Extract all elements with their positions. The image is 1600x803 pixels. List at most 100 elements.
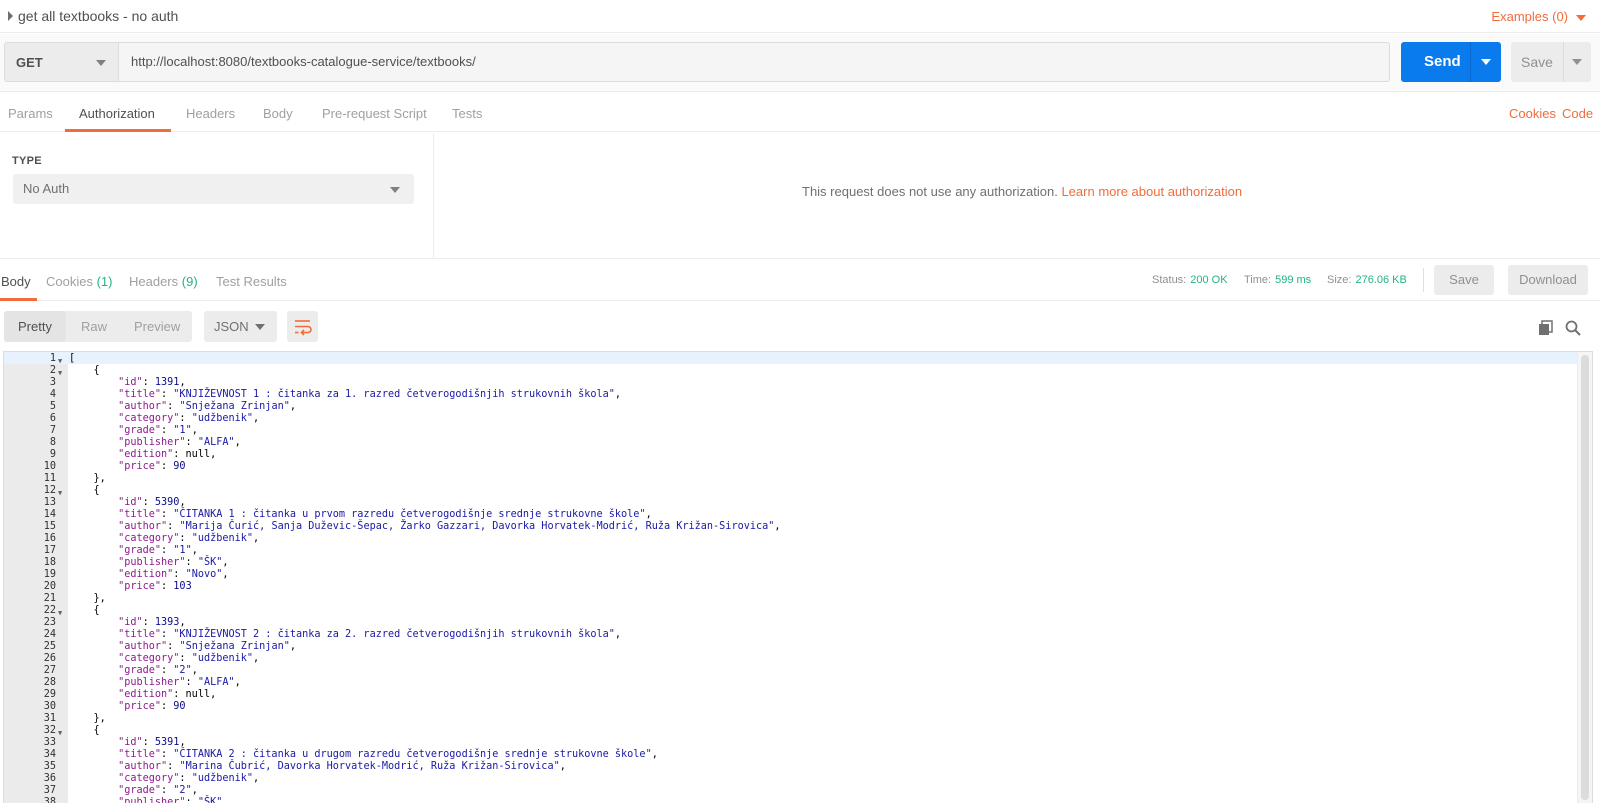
json-key: "grade" [118,425,162,436]
json-punctuation: , [222,557,229,568]
json-punctuation [69,461,118,472]
code-link[interactable]: Code [1562,106,1593,121]
json-punctuation [69,545,118,556]
wrap-lines-button[interactable] [287,311,318,342]
json-punctuation: , [289,641,296,652]
tab-params[interactable]: Params [8,106,53,121]
copy-icon[interactable] [1537,319,1555,337]
line-number: 12 [43,485,56,496]
save-options-chevron-icon[interactable] [1572,59,1582,65]
url-input[interactable]: http://localhost:8080/textbooks-catalogu… [119,42,1390,82]
json-punctuation: , [234,437,241,448]
code-text: "category": "udžbenik", [68,413,259,424]
json-key: "price" [118,581,162,592]
code-line: 1 ▼[ [4,353,781,365]
chevron-down-icon [390,187,400,193]
json-punctuation [69,521,118,532]
code-line: 2 ▼ { [4,365,781,377]
json-number: 5390 [154,497,180,508]
line-number: 28 [43,677,56,688]
json-string: "udžbenik" [191,653,254,664]
scrollbar-thumb[interactable] [1581,355,1589,800]
code-line: 34 "title": "ČITANKA 2 : čitanka u drugo… [4,749,781,761]
examples-dropdown[interactable]: Examples (0) [1491,9,1586,24]
line-number: 9 [49,449,56,460]
code-text: "grade": "1", [68,425,198,436]
response-tabs: Body Cookies (1) Headers (9) Test Result… [0,260,1600,301]
tab-test-results[interactable]: Test Results [216,274,287,289]
tab-headers[interactable]: Headers [186,106,235,121]
learn-more-link[interactable]: Learn more about authorization [1061,184,1242,199]
code-text: "id": 5390, [68,497,186,508]
json-string: "ALFA" [197,677,235,688]
search-icon[interactable] [1564,319,1582,337]
json-punctuation: }, [69,473,106,484]
json-string: "Snježana Zrinjan" [179,401,290,412]
json-punctuation: : [185,437,198,448]
json-punctuation: }, [69,593,106,604]
json-key: "publisher" [118,437,186,448]
tab-authorization[interactable]: Authorization [79,106,155,121]
code-line: 9 "edition": null, [4,449,781,461]
send-button[interactable]: Send [1401,42,1501,82]
code-text: "publisher": "ŠK", [68,557,229,568]
json-punctuation: , [253,653,260,664]
code-text: "grade": "2", [68,785,198,796]
json-punctuation: : [173,569,186,580]
tab-pre-request-script[interactable]: Pre-request Script [322,106,427,121]
json-punctuation: , [651,749,658,760]
tab-response-cookies[interactable]: Cookies (1) [46,274,112,289]
auth-type-pane: TYPE No Auth [0,133,434,259]
json-punctuation: , [222,797,229,803]
mode-raw[interactable]: Raw [81,319,107,334]
auth-type-select[interactable]: No Auth [13,174,414,204]
line-number: 35 [43,761,56,772]
tab-tests[interactable]: Tests [452,106,482,121]
download-button[interactable]: Download [1508,265,1588,295]
response-viewer-toolbar: Pretty Raw Preview JSON [0,302,1600,350]
code-line: 20 "price": 103 [4,581,781,593]
json-key: "publisher" [118,557,186,568]
code-line: 13 "id": 5390, [4,497,781,509]
json-punctuation: : [185,557,198,568]
tab-body[interactable]: Body [263,106,293,121]
save-request-button[interactable]: Save [1511,42,1591,82]
code-text: "title": "ČITANKA 1 : čitanka u prvom ra… [68,509,652,520]
response-body-editor[interactable]: 1 ▼[2 ▼ {3 "id": 1391, 4 "title": "KNJIŽEVN… [3,351,1593,803]
mode-pretty[interactable]: Pretty [18,319,52,334]
json-string: "1" [173,545,192,556]
json-punctuation [69,629,118,640]
code-line: 25 "author": "Snježana Zrinjan", [4,641,781,653]
send-options-chevron-icon[interactable] [1481,59,1491,65]
code-text: [ [68,353,75,364]
scrollbar[interactable] [1577,352,1592,803]
code-text: "title": "KNJIŽEVNOST 1 : čitanka za 1. … [68,389,621,400]
request-name[interactable]: get all textbooks - no auth [18,8,178,24]
format-select[interactable]: JSON [204,311,277,342]
tab-response-headers[interactable]: Headers (9) [129,274,198,289]
mode-preview[interactable]: Preview [134,319,180,334]
json-punctuation [69,569,118,580]
code-line: 33 "id": 5391, [4,737,781,749]
json-key: "category" [118,773,180,784]
code-line: 10 "price": 90 [4,461,781,473]
json-key: "title" [118,749,162,760]
json-punctuation: , [253,533,260,544]
json-punctuation: : [179,413,192,424]
json-string: "Marina Čubrić, Davorka Horvatek-Modrić,… [179,761,560,772]
line-number: 32 [43,725,56,736]
code-text: "grade": "1", [68,545,198,556]
json-punctuation: , [222,569,229,580]
tab-response-body[interactable]: Body [1,274,31,289]
request-title-bar: get all textbooks - no auth Examples (0) [0,0,1600,33]
expand-caret-icon[interactable] [8,11,13,21]
json-key: "author" [118,761,168,772]
save-response-button[interactable]: Save [1434,265,1494,295]
cookies-link[interactable]: Cookies [1509,106,1556,121]
method-select[interactable]: GET [4,42,119,82]
json-punctuation: : [142,377,155,388]
